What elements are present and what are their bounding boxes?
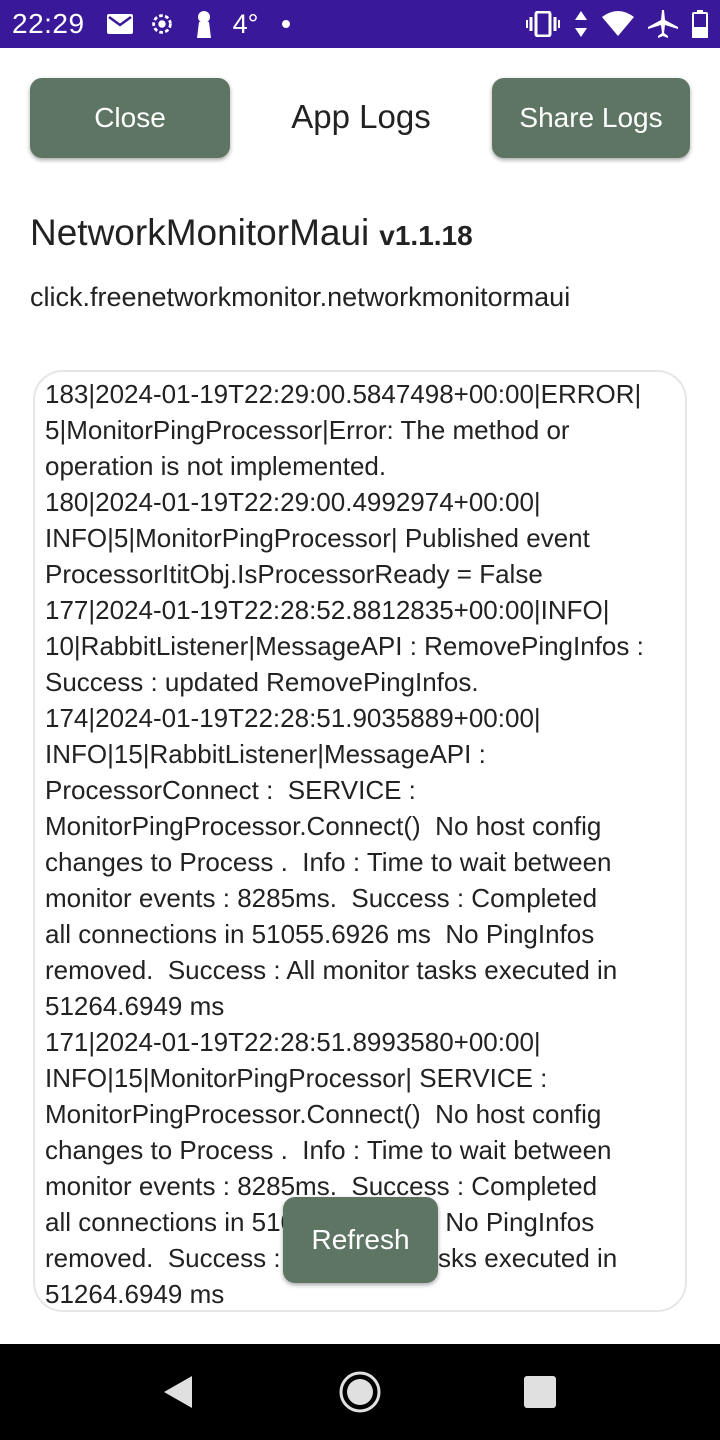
refresh-button[interactable]: Refresh <box>283 1197 438 1283</box>
log-scroll-area[interactable]: 183|2024-01-19T22:29:00.5847498+00:00|ER… <box>33 370 687 1312</box>
package-name: click.freenetworkmonitor.networkmonitorm… <box>30 282 571 312</box>
app-version: v1.1.18 <box>379 220 473 251</box>
app-name: NetworkMonitorMaui <box>30 212 370 253</box>
page-title: App Logs <box>291 98 431 135</box>
recent-apps-icon[interactable] <box>524 1376 556 1408</box>
data-arrows-icon <box>574 11 588 37</box>
status-time: 22:29 <box>12 8 85 39</box>
home-icon[interactable] <box>338 1370 382 1414</box>
battery-icon <box>692 10 708 38</box>
back-icon[interactable] <box>160 1374 196 1410</box>
status-system-icons <box>526 10 708 38</box>
header: Close App Logs Share Logs <box>0 48 720 188</box>
status-notification-icons: 4° <box>106 8 291 40</box>
settings-cog-icon <box>149 11 175 37</box>
more-notifications-dot <box>282 20 291 28</box>
status-bar: 22:29 4° <box>0 0 720 48</box>
navigation-bar <box>0 1344 720 1440</box>
app-name-row: NetworkMonitorMaui v1.1.18 <box>30 212 473 254</box>
wifi-icon <box>602 11 634 37</box>
share-logs-button[interactable]: Share Logs <box>492 78 690 158</box>
airplane-icon <box>648 10 678 38</box>
vibrate-icon <box>526 11 560 37</box>
keyhole-icon <box>191 11 217 38</box>
mail-icon <box>106 11 133 37</box>
log-text: 183|2024-01-19T22:29:00.5847498+00:00|ER… <box>45 379 644 1309</box>
close-button[interactable]: Close <box>30 78 230 158</box>
status-temperature: 4° <box>232 8 259 39</box>
